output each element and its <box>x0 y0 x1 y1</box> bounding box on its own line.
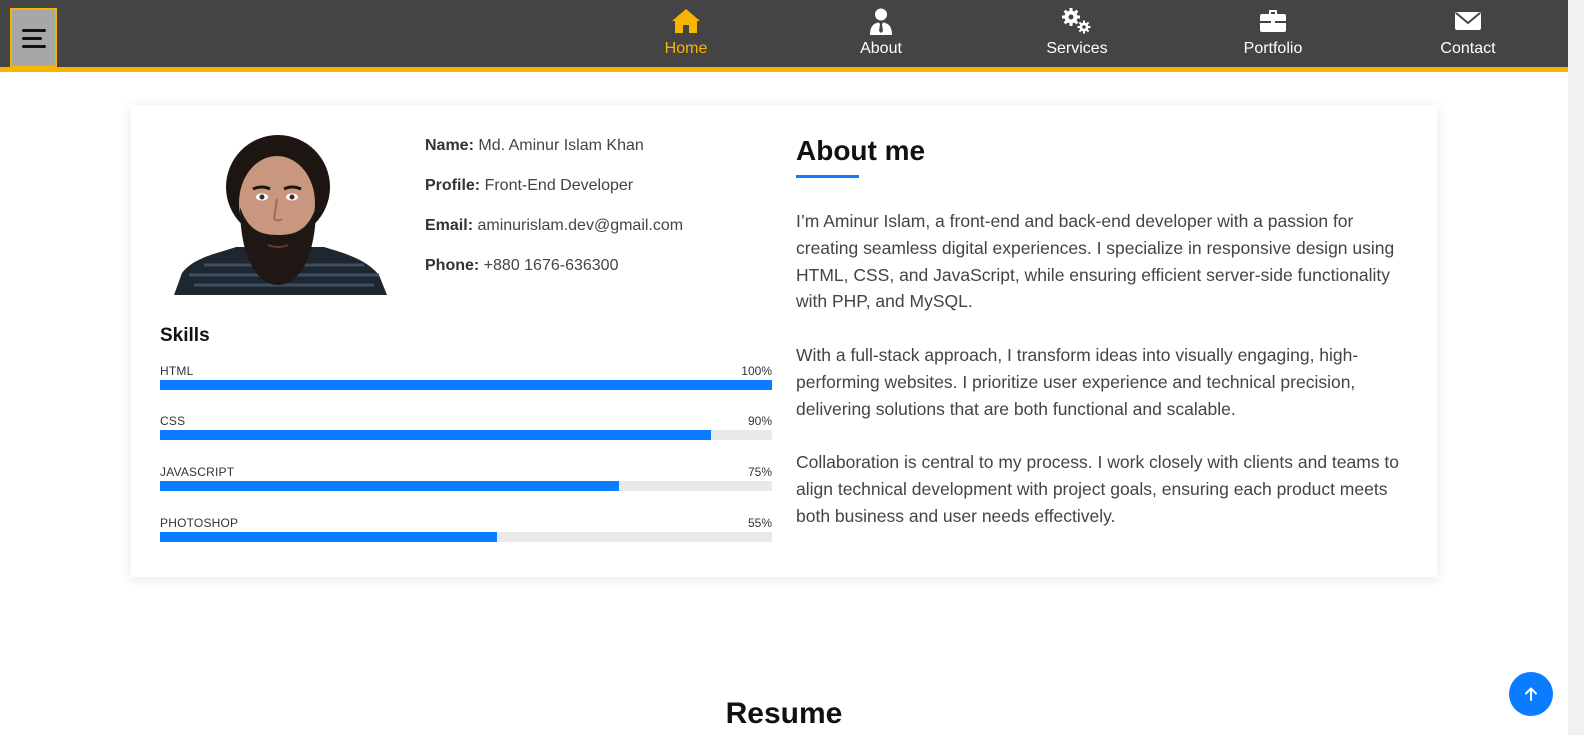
info-profile: Profile: Front-End Developer <box>425 177 683 217</box>
arrow-up-icon <box>1525 687 1537 701</box>
nav-portfolio-label: Portfolio <box>1243 40 1303 57</box>
skill-name: HTML <box>160 364 194 378</box>
nav-about[interactable]: About <box>821 6 941 62</box>
skill-progress-track <box>160 430 772 440</box>
info-name-value: Md. Aminur Islam Khan <box>478 137 644 154</box>
info-phone: Phone: +880 1676-636300 <box>425 257 683 297</box>
user-tie-icon <box>869 6 893 36</box>
skill-photoshop: PHOTOSHOP 55% <box>160 516 772 556</box>
skill-name: CSS <box>160 414 186 428</box>
info-email-label: Email: <box>425 217 474 234</box>
skill-progress-fill <box>160 481 619 491</box>
info-profile-value: Front-End Developer <box>484 177 634 194</box>
info-phone-value: +880 1676-636300 <box>483 257 619 274</box>
skill-progress-track <box>160 380 772 390</box>
skill-progress-fill <box>160 380 772 390</box>
about-card: Name: Md. Aminur Islam Khan Profile: Fro… <box>131 105 1437 577</box>
menu-toggle-button[interactable] <box>10 8 57 68</box>
info-name: Name: Md. Aminur Islam Khan <box>425 137 683 177</box>
top-navbar: Home About Services Portfolio Contact <box>0 0 1584 72</box>
nav-services-label: Services <box>1046 40 1108 57</box>
resume-heading: Resume <box>725 697 843 730</box>
nav-home-label: Home <box>664 40 708 57</box>
page-scrollbar[interactable] <box>1568 0 1584 735</box>
hamburger-icon <box>21 28 46 48</box>
skill-javascript: JAVASCRIPT 75% <box>160 465 772 505</box>
about-paragraph-1: I’m Aminur Islam, a front-end and back-e… <box>796 211 1395 312</box>
skill-percent: 75% <box>747 465 772 479</box>
info-phone-label: Phone: <box>425 257 480 274</box>
nav-home[interactable]: Home <box>626 6 746 62</box>
skill-progress-track <box>160 481 772 491</box>
nav-contact[interactable]: Contact <box>1408 6 1528 62</box>
nav-contact-label: Contact <box>1440 40 1496 57</box>
skill-css: CSS 90% <box>160 414 772 454</box>
about-paragraph-2: With a full-stack approach, I transform … <box>796 345 1359 419</box>
profile-info-list: Name: Md. Aminur Islam Khan Profile: Fro… <box>425 137 683 297</box>
home-icon <box>671 6 701 36</box>
skill-name: JAVASCRIPT <box>160 465 235 479</box>
skill-percent: 90% <box>747 414 772 428</box>
skill-name: PHOTOSHOP <box>160 516 239 530</box>
info-email: Email: aminurislam.dev@gmail.com <box>425 217 683 257</box>
briefcase-icon <box>1259 6 1287 36</box>
skill-progress-track <box>160 532 772 542</box>
skill-progress-fill <box>160 532 497 542</box>
nav-services[interactable]: Services <box>1017 6 1137 62</box>
skill-percent: 55% <box>747 516 772 530</box>
scroll-to-top-button[interactable] <box>1509 672 1553 716</box>
about-heading: About me <box>796 135 926 166</box>
info-email-value: aminurislam.dev@gmail.com <box>477 217 684 234</box>
nav-about-label: About <box>860 40 902 57</box>
envelope-icon <box>1454 6 1482 36</box>
about-paragraph-3: Collaboration is central to my process. … <box>796 452 1400 526</box>
skill-html: HTML 100% <box>160 364 772 404</box>
skill-progress-fill <box>160 430 711 440</box>
nav-portfolio[interactable]: Portfolio <box>1213 6 1333 62</box>
gears-icon <box>1061 6 1093 36</box>
info-profile-label: Profile: <box>425 177 481 194</box>
skill-percent: 100% <box>741 364 772 378</box>
heading-underline <box>796 175 859 178</box>
info-name-label: Name: <box>425 137 474 154</box>
profile-photo <box>174 135 387 295</box>
skills-heading: Skills <box>160 325 210 346</box>
